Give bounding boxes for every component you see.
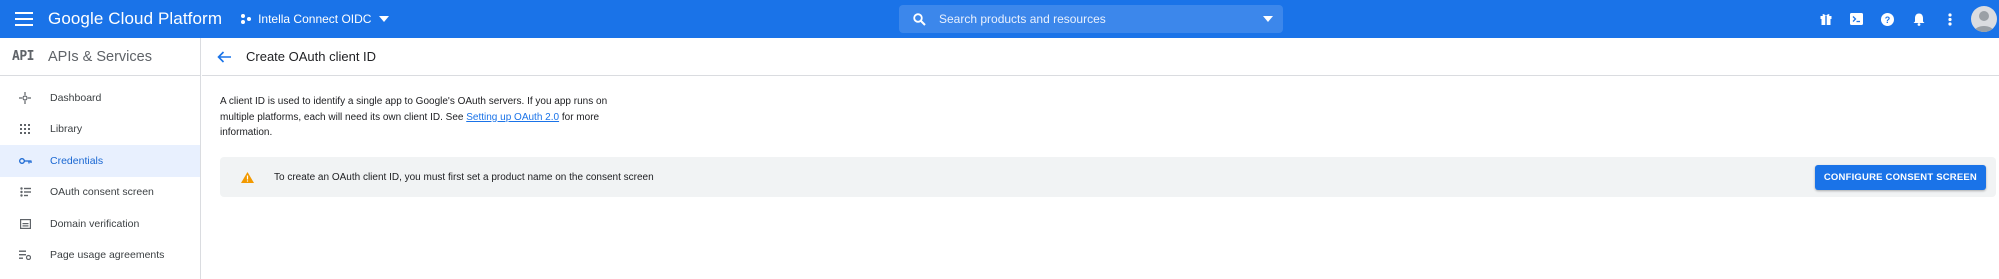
warning-banner-text: To create an OAuth client ID, you must f…: [274, 171, 654, 183]
description-text: A client ID is used to identify a single…: [220, 94, 622, 141]
top-app-bar: Google Cloud Platform Intella Connect OI…: [0, 0, 1999, 38]
search-bar[interactable]: [899, 5, 1283, 33]
sidebar-item-credentials[interactable]: Credentials: [0, 145, 200, 177]
project-icon: [241, 14, 252, 24]
search-input[interactable]: [939, 12, 1253, 26]
project-name: Intella Connect OIDC: [258, 12, 372, 26]
svg-text:?: ?: [1885, 15, 1891, 25]
sidebar-item-domain-verification[interactable]: Domain verification: [0, 208, 200, 240]
cloud-shell-icon[interactable]: [1841, 0, 1872, 38]
project-selector[interactable]: Intella Connect OIDC: [240, 12, 390, 26]
search-icon: [899, 12, 939, 26]
settings-list-icon: [0, 250, 50, 261]
notifications-icon[interactable]: [1903, 0, 1934, 38]
brand-title[interactable]: Google Cloud Platform: [48, 9, 222, 29]
topbar-actions: ?: [1810, 0, 1999, 38]
sidebar-item-label: Library: [50, 123, 83, 136]
configure-consent-screen-button[interactable]: CONFIGURE CONSENT SCREEN: [1814, 164, 1986, 190]
consent-icon: [0, 187, 50, 197]
sidebar-header: API APIs & Services: [0, 38, 200, 76]
library-icon: [0, 123, 50, 135]
warning-banner: To create an OAuth client ID, you must f…: [220, 157, 1996, 197]
sidebar-item-page-usage-agreements[interactable]: Page usage agreements: [0, 240, 200, 272]
sidebar: API APIs & Services Dashboard Library Cr…: [0, 38, 201, 279]
sidebar-item-label: Page usage agreements: [50, 249, 165, 262]
sidebar-nav: Dashboard Library Credentials OAuth cons…: [0, 76, 200, 271]
arrow-back-icon: [217, 50, 231, 63]
sidebar-item-dashboard[interactable]: Dashboard: [0, 82, 200, 114]
sidebar-item-library[interactable]: Library: [0, 114, 200, 146]
sidebar-item-label: OAuth consent screen: [50, 186, 154, 199]
sidebar-item-oauth-consent-screen[interactable]: OAuth consent screen: [0, 177, 200, 209]
search-dropdown-icon[interactable]: [1253, 16, 1283, 22]
dashboard-icon: [0, 91, 50, 104]
main-content: Create OAuth client ID A client ID is us…: [202, 38, 1999, 279]
domain-icon: [0, 218, 50, 229]
chevron-down-icon: [379, 16, 390, 22]
back-button[interactable]: [202, 50, 246, 63]
sidebar-title: APIs & Services: [48, 48, 152, 65]
setting-up-oauth-link[interactable]: Setting up OAuth 2.0: [466, 112, 559, 123]
sidebar-item-label: Credentials: [50, 154, 104, 167]
more-vert-icon[interactable]: [1934, 0, 1965, 38]
gift-icon[interactable]: [1810, 0, 1841, 38]
help-icon[interactable]: ?: [1872, 0, 1903, 38]
hamburger-icon: [15, 12, 33, 26]
sidebar-item-label: Domain verification: [50, 217, 140, 230]
sidebar-item-label: Dashboard: [50, 91, 102, 104]
main-menu-button[interactable]: [0, 0, 48, 38]
page-title: Create OAuth client ID: [246, 49, 377, 64]
page-header: Create OAuth client ID: [202, 38, 1999, 76]
account-icon[interactable]: [1971, 6, 1997, 32]
warning-icon: [220, 171, 274, 183]
api-logo-icon: API: [12, 49, 34, 64]
key-icon: [0, 157, 50, 165]
